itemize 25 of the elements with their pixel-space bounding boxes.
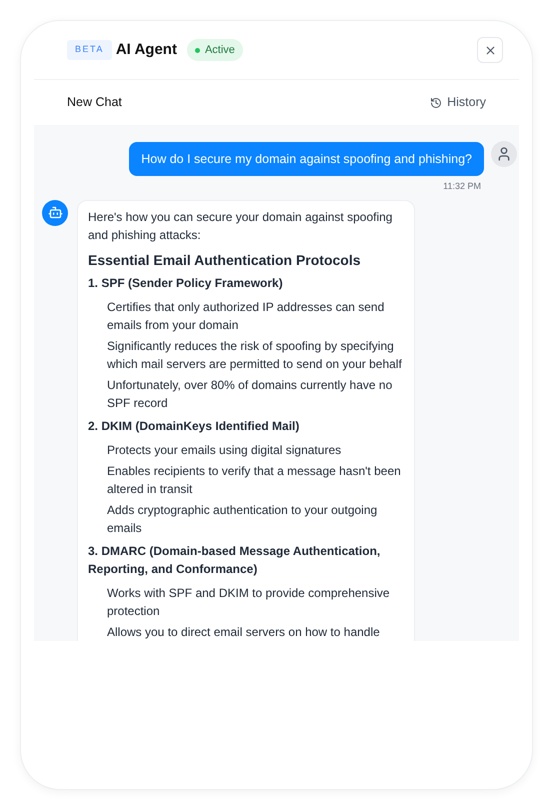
- user-message-bubble: How do I secure my domain against spoofing and phishing?: [129, 142, 484, 176]
- point-text: Works with SPF and DKIM to provide comprehensive protection: [107, 584, 391, 620]
- point-text: Unfortunately, over 80% of domains currently have no SPF record: [107, 376, 394, 412]
- new-chat-button[interactable]: New Chat: [67, 93, 122, 112]
- person-icon: [496, 146, 512, 162]
- history-button[interactable]: History: [430, 93, 486, 112]
- intro-text: Here's how you can secure your domain against spoofing and phishing attacks:: [88, 208, 394, 244]
- section-heading: Essential Email Authentication Protocols: [88, 250, 362, 268]
- status-badge: Active: [186, 38, 243, 62]
- robot-icon: [48, 205, 62, 220]
- close-button[interactable]: [477, 37, 503, 63]
- message-time: 11:32 PM: [443, 180, 481, 193]
- close-icon: [484, 44, 496, 56]
- point-text: Protects your emails using digital signatures: [107, 442, 342, 458]
- point-text: Certifies that only authorized IP addresses can send emails from your domain: [107, 298, 386, 334]
- protocol-title: 1. SPF (Sender Policy Framework): [88, 274, 284, 292]
- protocol-title: 2. DKIM (DomainKeys Identified Mail): [88, 418, 300, 434]
- beta-badge: BETA: [67, 40, 112, 60]
- point-text: Enables recipients to verify that a message hasn't been altered in transit: [107, 462, 402, 498]
- history-icon: [430, 96, 442, 108]
- window-title: AI Agent: [116, 40, 177, 60]
- point-text: Allows you to direct email servers on how to handle: [107, 624, 381, 640]
- point-text: Significantly reduces the risk of spoofing by specifying which mail servers are permitted to send on your behalf: [107, 338, 403, 372]
- point-text: Adds cryptographic authentication to your outgoing emails: [107, 502, 378, 536]
- protocol-title: 3. DMARC (Domain-based Message Authentication, Reporting, and Conformance): [88, 542, 382, 578]
